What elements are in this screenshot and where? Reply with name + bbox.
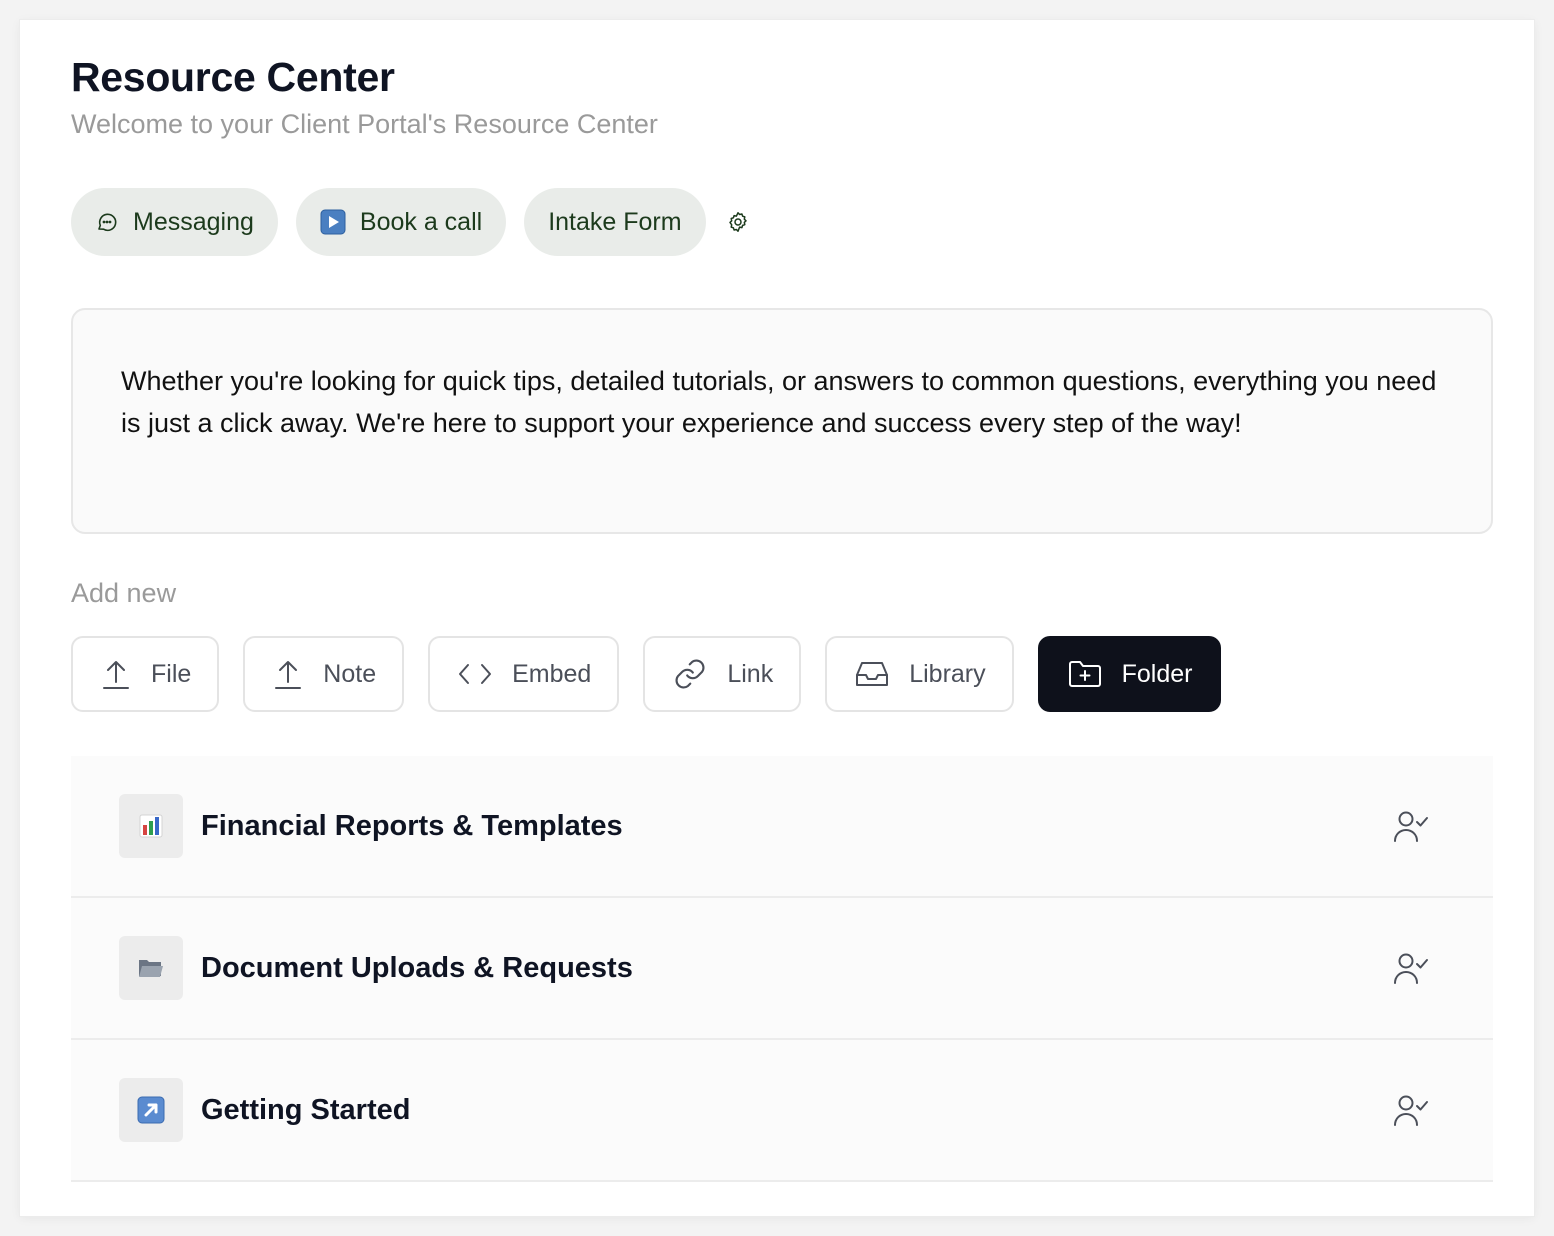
list-item[interactable]: Document Uploads & Requests bbox=[71, 898, 1493, 1040]
messaging-button[interactable]: Messaging bbox=[71, 188, 278, 256]
list-item[interactable]: Financial Reports & Templates bbox=[71, 756, 1493, 898]
intro-message: Whether you're looking for quick tips, d… bbox=[71, 308, 1493, 534]
upload-icon bbox=[101, 658, 131, 690]
inbox-icon bbox=[855, 659, 889, 689]
add-embed-label: Embed bbox=[512, 659, 592, 688]
messaging-label: Messaging bbox=[133, 207, 254, 236]
list-item[interactable]: Getting Started bbox=[71, 1040, 1493, 1182]
folder-plus-icon bbox=[1068, 659, 1102, 689]
add-link-button[interactable]: Link bbox=[643, 636, 802, 712]
add-file-label: File bbox=[151, 659, 192, 688]
add-note-button[interactable]: Note bbox=[243, 636, 405, 712]
add-folder-button[interactable]: Folder bbox=[1037, 636, 1221, 712]
add-library-button[interactable]: Library bbox=[825, 636, 1014, 712]
book-a-call-button[interactable]: Book a call bbox=[295, 188, 507, 256]
book-a-call-label: Book a call bbox=[359, 207, 483, 236]
add-note-label: Note bbox=[323, 659, 377, 688]
page-subtitle: Welcome to your Client Portal's Resource… bbox=[71, 109, 658, 139]
user-check-icon[interactable] bbox=[1393, 951, 1429, 985]
play-button-icon bbox=[320, 209, 346, 235]
intake-form-button[interactable]: Intake Form bbox=[524, 188, 706, 256]
link-icon bbox=[673, 657, 707, 691]
code-icon bbox=[458, 661, 492, 687]
quick-actions: Messaging Book a call Intake Form bbox=[71, 188, 750, 256]
resource-center-card: Resource Center Welcome to your Client P… bbox=[20, 20, 1534, 1216]
page-title: Resource Center bbox=[71, 54, 395, 100]
add-embed-button[interactable]: Embed bbox=[428, 636, 620, 712]
user-check-icon[interactable] bbox=[1393, 1093, 1429, 1127]
upload-icon bbox=[273, 658, 303, 690]
add-new-label: Add new bbox=[71, 578, 177, 608]
add-link-label: Link bbox=[727, 659, 774, 688]
open-folder-icon bbox=[119, 936, 183, 1000]
gear-icon[interactable] bbox=[726, 210, 750, 234]
folder-name: Document Uploads & Requests bbox=[201, 951, 633, 984]
folder-name: Financial Reports & Templates bbox=[201, 809, 623, 842]
arrow-up-right-icon bbox=[119, 1078, 183, 1142]
intake-form-label: Intake Form bbox=[548, 207, 682, 236]
user-check-icon[interactable] bbox=[1393, 809, 1429, 843]
chat-bubble-icon bbox=[95, 210, 119, 234]
folder-name: Getting Started bbox=[201, 1093, 411, 1126]
add-new-buttons: File Note Embed Link Library Folder bbox=[71, 636, 1245, 712]
add-file-button[interactable]: File bbox=[71, 636, 220, 712]
add-folder-label: Folder bbox=[1121, 659, 1193, 688]
bar-chart-icon bbox=[119, 794, 183, 858]
add-library-label: Library bbox=[909, 659, 986, 688]
folder-list: Financial Reports & Templates Document U… bbox=[71, 756, 1493, 1182]
